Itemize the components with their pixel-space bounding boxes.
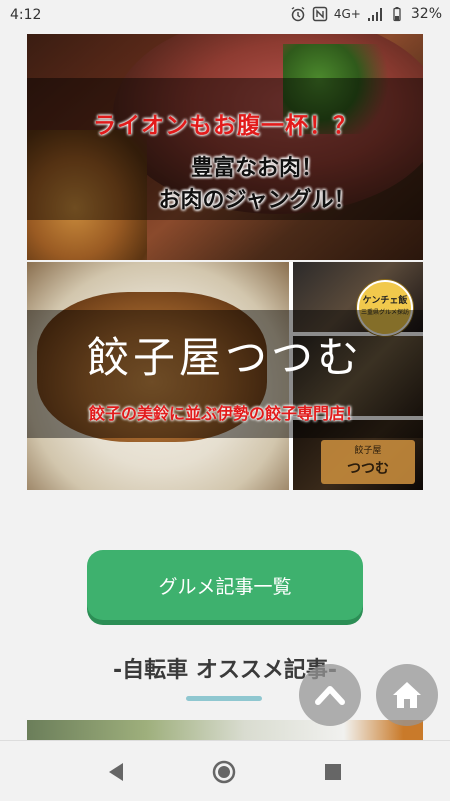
banner-catchphrase: 餃子の美鈴に並ぶ伊勢の餃子専門店！ xyxy=(88,404,361,423)
status-icons: 4G+ 32% xyxy=(290,6,442,22)
nfc-icon xyxy=(312,6,328,22)
system-nav-bar xyxy=(0,740,450,801)
chevron-up-icon xyxy=(315,686,345,705)
nav-recents-button[interactable] xyxy=(320,759,346,785)
signal-icon xyxy=(367,6,383,22)
banner-subline-2: お肉のジャングル！ xyxy=(158,188,356,213)
alarm-icon xyxy=(290,6,306,22)
square-recents-icon xyxy=(325,764,341,780)
scroll-top-button[interactable] xyxy=(299,664,361,726)
banner-subline-1: 豊富なお肉！ xyxy=(190,156,323,181)
banner-headline: ライオンもお腹一杯！？ xyxy=(93,113,357,139)
network-type: 4G+ xyxy=(333,7,361,21)
section-underline xyxy=(186,696,262,701)
back-triangle-icon xyxy=(109,763,123,781)
page-content: ライオンもお腹一杯！？ 豊富なお肉！ お肉のジャングル！ ケンチェ飯 三重県グル… xyxy=(0,32,450,740)
status-bar: 4:12 4G+ 32% xyxy=(0,0,450,32)
shop-sign-text-2: つつむ xyxy=(347,461,389,477)
banner-shop-title: 餃子屋つつむ xyxy=(86,333,363,382)
nav-home-button[interactable] xyxy=(211,759,237,785)
badge-text-1: ケンチェ飯 xyxy=(362,296,408,306)
battery-icon xyxy=(389,6,405,22)
circle-home-icon xyxy=(212,760,236,784)
banner-meat-jungle[interactable]: ライオンもお腹一杯！？ 豊富なお肉！ お肉のジャングル！ xyxy=(27,34,423,260)
gourmet-articles-button[interactable]: グルメ記事一覧 xyxy=(87,550,363,620)
nav-back-button[interactable] xyxy=(103,759,129,785)
status-time: 4:12 xyxy=(10,7,42,23)
home-icon xyxy=(393,682,421,708)
banner-gyoza-shop[interactable]: ケンチェ飯 三重県グルメ探訪 餃子屋 つつむ 餃子屋つつむ 餃子の美鈴に並ぶ伊勢… xyxy=(27,262,423,490)
home-button[interactable] xyxy=(376,664,438,726)
battery-percent: 32% xyxy=(410,6,442,22)
shop-sign-text-1: 餃子屋 xyxy=(354,446,382,456)
article-thumbnail[interactable] xyxy=(27,720,423,740)
